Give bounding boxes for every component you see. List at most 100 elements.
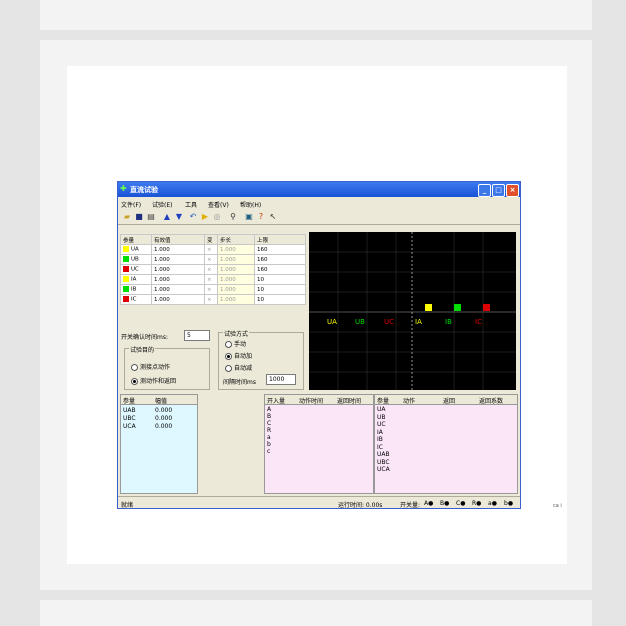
title-bar[interactable]: ✚ 直流试验 _ □ × [118, 182, 520, 197]
minimize-button[interactable]: _ [478, 184, 491, 197]
var-cell[interactable]: × [204, 264, 218, 275]
arrow-down-icon[interactable]: ▼ [174, 212, 184, 222]
table-row[interactable]: UA 1.000 × 1.000 160 [120, 244, 306, 255]
confirm-time-input[interactable]: 5 [184, 330, 210, 341]
radio-icon [225, 365, 232, 372]
interval-input[interactable]: 1000 [266, 374, 296, 385]
mode-radio-auto-inc[interactable]: 自动加 [225, 351, 252, 360]
var-cell[interactable]: × [204, 254, 218, 265]
step-cell[interactable]: 1.000 [217, 294, 255, 305]
col-value: 有效值 [151, 234, 205, 245]
list-item[interactable]: IA [377, 429, 390, 437]
list-item[interactable]: B [267, 413, 271, 420]
list-item[interactable]: c [267, 448, 271, 455]
param-table: 参量 有效值 变 步长 上限 UA 1.000 × 1.000 160 UB 1… [120, 234, 306, 305]
value-cell[interactable]: 1.000 [151, 284, 205, 295]
value-cell[interactable]: 1.000 [151, 294, 205, 305]
stop-icon[interactable]: ◎ [212, 212, 222, 222]
list-item[interactable]: UB [377, 414, 390, 422]
limit-cell[interactable]: 160 [254, 244, 306, 255]
scope-label-ic: IC [475, 318, 482, 326]
maximize-button[interactable]: □ [492, 184, 505, 197]
menu-file[interactable]: 文件(F) [121, 200, 141, 209]
menu-test[interactable]: 试验(E) [152, 200, 172, 209]
list-item[interactable]: IB [377, 436, 390, 444]
table-row[interactable]: IC 1.000 × 1.000 10 [120, 294, 306, 305]
scope-label-uc: UC [384, 318, 394, 326]
top-band [40, 0, 592, 30]
value-cell[interactable]: 1.000 [151, 264, 205, 275]
var-cell[interactable]: × [204, 244, 218, 255]
list-item[interactable]: UCA [377, 466, 390, 474]
menu-view[interactable]: 查看(V) [208, 200, 229, 209]
table-row[interactable]: UBC 0.000 [123, 415, 172, 422]
scope-label-ib: IB [445, 318, 452, 326]
help-icon[interactable]: ? [256, 212, 266, 222]
list-item[interactable]: C [267, 420, 271, 427]
color-swatch [123, 266, 129, 273]
var-cell[interactable]: × [204, 274, 218, 285]
menu-tools[interactable]: 工具 [185, 200, 197, 209]
zoom-icon[interactable]: ⚲ [228, 212, 238, 222]
print-icon[interactable]: ▤ [146, 212, 156, 222]
arrow-up-icon[interactable]: ▲ [162, 212, 172, 222]
scope-label-ia: IA [415, 318, 422, 326]
status-switch-label: 开关量: [400, 502, 421, 509]
undo-icon[interactable]: ↶ [188, 212, 198, 222]
limit-cell[interactable]: 10 [254, 274, 306, 285]
color-swatch [123, 256, 129, 263]
menu-bar: 文件(F) 试验(E) 工具 查看(V) 帮助(H) [118, 198, 520, 209]
list-item[interactable]: UAB [377, 451, 390, 459]
table-row[interactable]: IB 1.000 × 1.000 10 [120, 284, 306, 295]
switch-pane: 开入量 动作时间 返回时间 A B C R a b c [264, 394, 374, 494]
radio-icon [131, 364, 138, 371]
table-row[interactable]: UAB 0.000 [123, 407, 172, 414]
mode-radio-manual[interactable]: 手动 [225, 339, 246, 348]
waveform-svg: UA UB UC IA IB IC [309, 232, 516, 390]
table-row[interactable]: UCA 0.000 [123, 423, 172, 430]
play-icon[interactable]: ▶ [200, 212, 210, 222]
list-item[interactable]: UA [377, 406, 390, 414]
limit-cell[interactable]: 160 [254, 254, 306, 265]
mode-radio-auto-dec[interactable]: 自动减 [225, 363, 252, 372]
amp-header: 参量 幅值 [121, 395, 197, 405]
value-cell[interactable]: 1.000 [151, 274, 205, 285]
list-item[interactable]: R [267, 427, 271, 434]
close-button[interactable]: × [506, 184, 519, 197]
list-item[interactable]: UBC [377, 459, 390, 467]
list-item[interactable]: UC [377, 421, 390, 429]
list-item[interactable]: IC [377, 444, 390, 452]
limit-cell[interactable]: 10 [254, 294, 306, 305]
list-item[interactable]: a [267, 434, 271, 441]
table-row[interactable]: IA 1.000 × 1.000 10 [120, 274, 306, 285]
context-help-icon[interactable]: ↖ [268, 212, 278, 222]
step-cell[interactable]: 1.000 [217, 244, 255, 255]
value-cell[interactable]: 1.000 [151, 244, 205, 255]
table-row[interactable]: UB 1.000 × 1.000 160 [120, 254, 306, 265]
purpose-radio-return[interactable]: 测动作和返回 [131, 376, 176, 385]
step-cell[interactable]: 1.000 [217, 264, 255, 275]
color-swatch [123, 246, 129, 253]
var-cell[interactable]: × [204, 284, 218, 295]
mode-title: 试验方式 [223, 329, 250, 338]
monitor-icon[interactable]: ▣ [244, 212, 254, 222]
limit-cell[interactable]: 160 [254, 264, 306, 275]
value-cell[interactable]: 1.000 [151, 254, 205, 265]
menu-help[interactable]: 帮助(H) [240, 200, 261, 209]
switch-indicator-r: R● [472, 500, 482, 507]
purpose-radio-contact[interactable]: 测接点动作 [131, 362, 170, 371]
switch-indicator-b: B● [440, 500, 450, 507]
step-cell[interactable]: 1.000 [217, 284, 255, 295]
save-icon[interactable]: ■ [134, 212, 144, 222]
ib-bar [454, 304, 461, 311]
var-cell[interactable]: × [204, 294, 218, 305]
step-cell[interactable]: 1.000 [217, 274, 255, 285]
list-item[interactable]: b [267, 441, 271, 448]
open-icon[interactable]: ▰ [122, 212, 132, 222]
scope-label-ub: UB [355, 318, 365, 326]
limit-cell[interactable]: 10 [254, 284, 306, 295]
scope-label-ua: UA [327, 318, 337, 326]
list-item[interactable]: A [267, 406, 271, 413]
step-cell[interactable]: 1.000 [217, 254, 255, 265]
table-row[interactable]: UC 1.000 × 1.000 160 [120, 264, 306, 275]
